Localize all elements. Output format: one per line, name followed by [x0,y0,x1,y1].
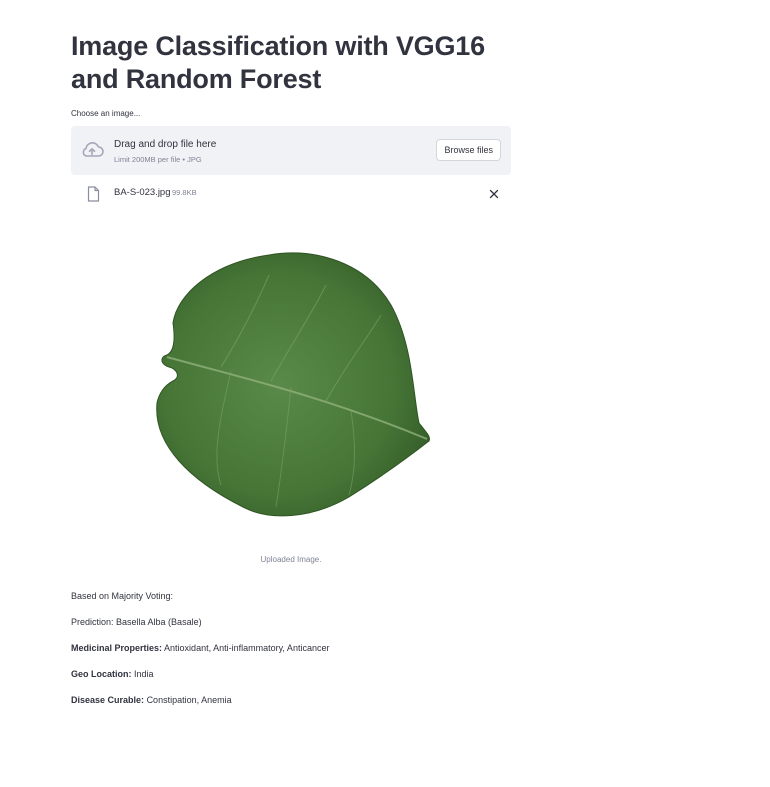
dropzone-instructions: Drag and drop file here [114,139,217,150]
medicinal-properties-value: Antioxidant, Anti-inflammatory, Anticanc… [164,643,330,653]
file-icon [87,186,100,207]
geo-location-value: India [134,669,154,679]
file-dropzone[interactable]: Drag and drop file here Limit 200MB per … [71,126,511,175]
file-size: 99.8KB [172,188,197,197]
disease-curable-label: Disease Curable: [71,695,145,705]
voting-text: Based on Majority Voting: [71,591,174,601]
page-title: Image Classification with VGG16 and Rand… [71,31,485,94]
cloud-upload-icon [80,140,104,165]
geo-location-label: Geo Location: [71,669,132,679]
uploaded-file-row: BA-S-023.jpg 99.8KB [71,183,511,203]
browse-files-button[interactable]: Browse files [436,139,501,161]
image-caption: Uploaded Image. [260,555,322,564]
disease-curable: Disease Curable: Constipation, Anemia [71,695,232,705]
disease-curable-value: Constipation, Anemia [146,695,232,705]
file-name: BA-S-023.jpg [114,187,171,198]
uploader-label: Choose an image... [71,109,141,118]
dropzone-limit: Limit 200MB per file • JPG [114,155,202,164]
medicinal-properties-label: Medicinal Properties: [71,643,163,653]
close-icon[interactable] [489,186,499,204]
geo-location: Geo Location: India [71,669,154,679]
uploaded-image [151,245,441,525]
prediction-text: Prediction: Basella Alba (Basale) [71,617,202,627]
medicinal-properties: Medicinal Properties: Antioxidant, Anti-… [71,643,329,653]
